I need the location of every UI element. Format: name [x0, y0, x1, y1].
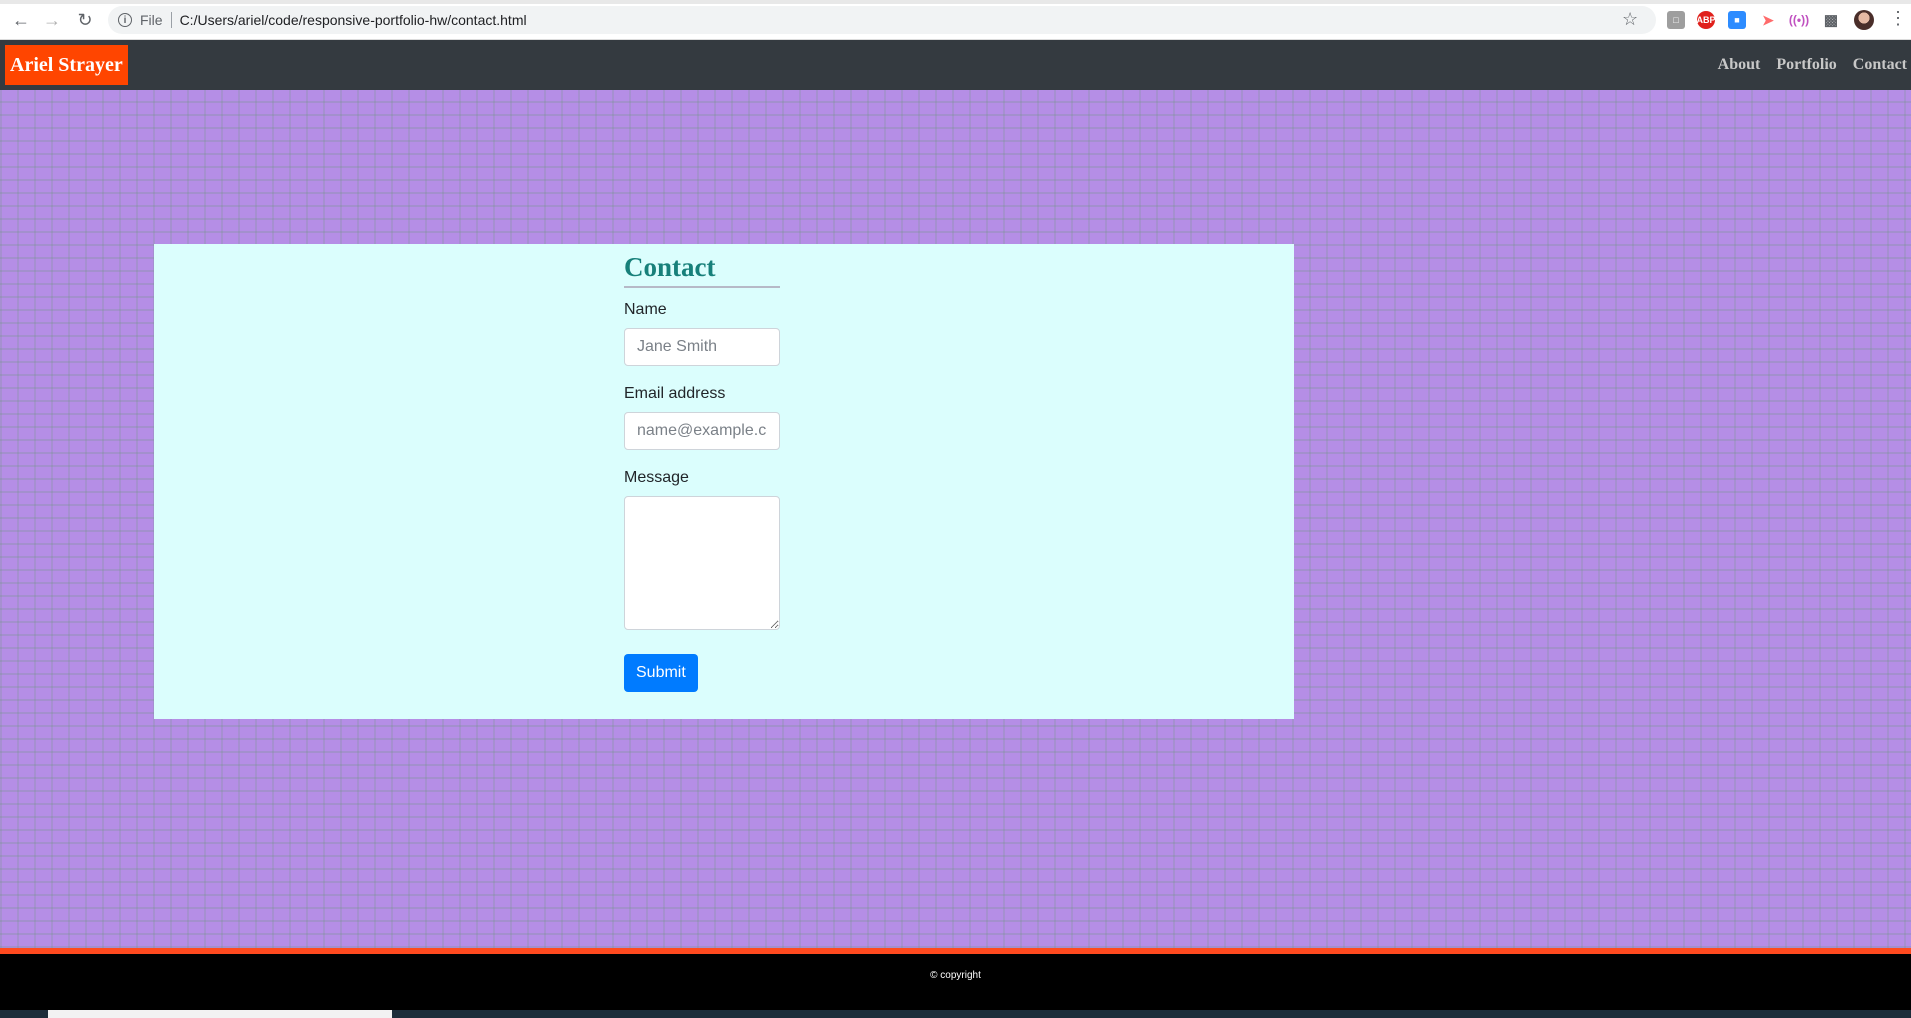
address-separator	[170, 12, 172, 28]
brand-logo[interactable]: Ariel Strayer	[5, 45, 128, 85]
footer: © copyright	[0, 954, 1911, 1010]
url-text[interactable]: C:/Users/ariel/code/responsive-portfolio…	[180, 12, 527, 28]
contact-form: Contact Name Email address Message Submi…	[624, 250, 780, 692]
name-field[interactable]	[624, 328, 780, 366]
tab-strip	[0, 0, 1911, 4]
zoom-icon[interactable]: ■	[1728, 11, 1746, 29]
reload-icon[interactable]: ↻	[74, 9, 96, 31]
browser-toolbar: ← → ↻ i File C:/Users/ariel/code/respons…	[0, 0, 1911, 40]
nav-links: About Portfolio Contact	[1718, 40, 1907, 90]
nav-link-about[interactable]: About	[1718, 56, 1761, 74]
puzzle-icon[interactable]: ▩	[1822, 11, 1840, 29]
email-field[interactable]	[624, 412, 780, 450]
screencast-icon[interactable]: ➤	[1759, 11, 1777, 29]
bookmark-star-icon[interactable]: ☆	[1622, 9, 1638, 30]
message-field[interactable]	[624, 496, 780, 630]
file-label: File	[140, 12, 163, 28]
taskbar-search-box[interactable]	[48, 1010, 392, 1018]
nav-link-portfolio[interactable]: Portfolio	[1776, 56, 1836, 74]
nav-link-contact[interactable]: Contact	[1853, 56, 1907, 74]
message-label: Message	[624, 469, 689, 486]
name-label: Name	[624, 301, 667, 318]
podcast-icon[interactable]: ((•))	[1789, 11, 1809, 29]
copyright-text: © copyright	[930, 969, 981, 981]
menu-dots-icon[interactable]: ⋮	[1889, 8, 1907, 29]
address-bar[interactable]: i File C:/Users/ariel/code/responsive-po…	[108, 6, 1656, 34]
info-icon[interactable]: i	[118, 13, 132, 27]
forward-arrow-icon[interactable]: →	[41, 9, 63, 31]
adblock-icon[interactable]: ABP	[1697, 11, 1716, 29]
contact-card: Contact Name Email address Message Submi…	[154, 244, 1294, 719]
page-title: Contact	[624, 250, 780, 288]
back-arrow-icon[interactable]: ←	[10, 9, 32, 31]
submit-button[interactable]: Submit	[624, 654, 698, 692]
site-navbar: Ariel Strayer About Portfolio Contact	[0, 40, 1911, 90]
pdf-icon[interactable]: □	[1667, 11, 1685, 29]
avatar[interactable]	[1854, 10, 1874, 30]
email-label: Email address	[624, 385, 726, 402]
